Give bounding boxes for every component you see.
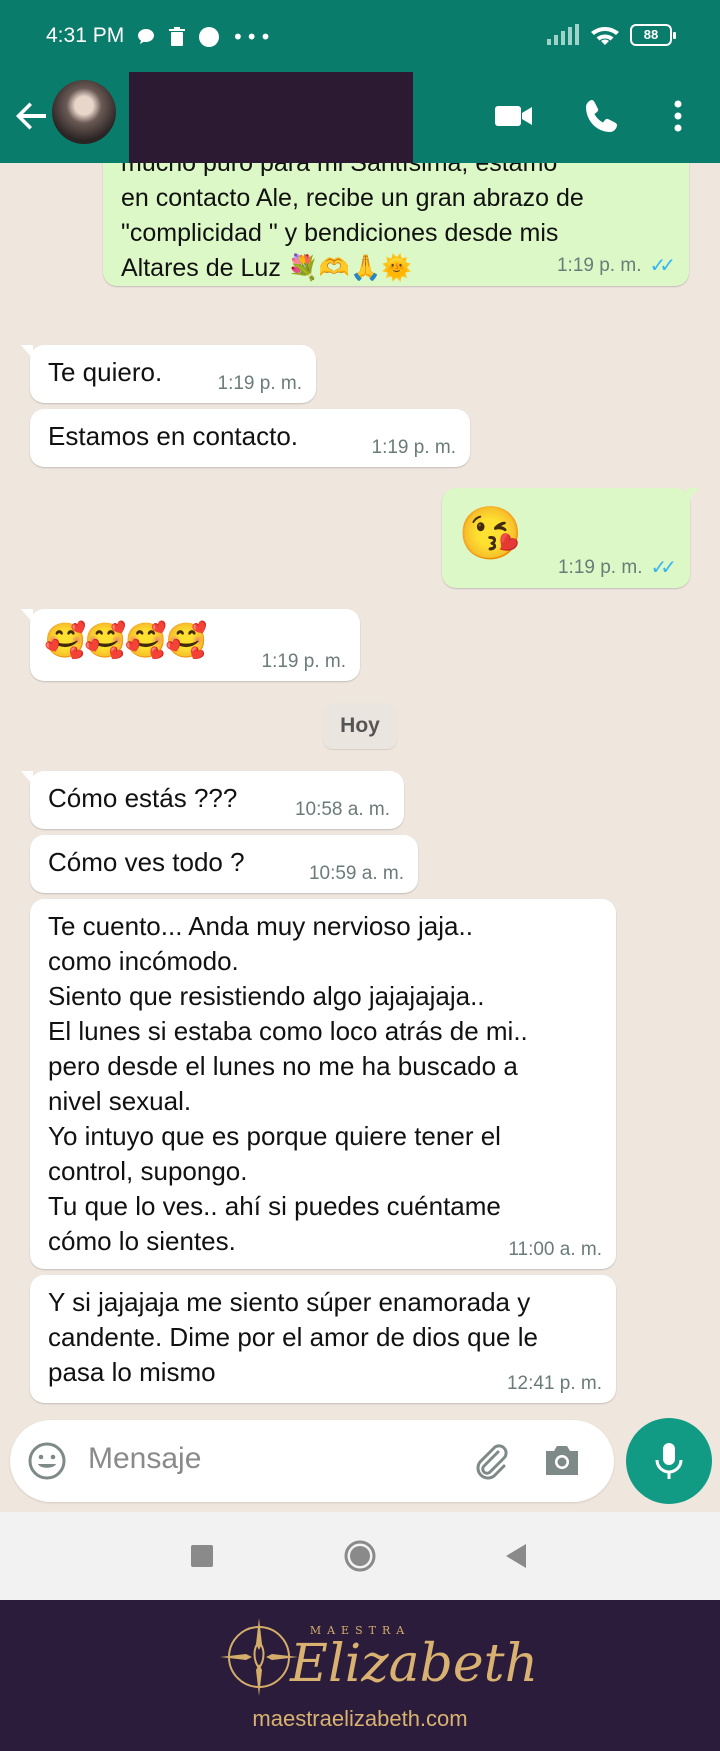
message-text: Cómo ves todo ? [48,847,245,877]
message-text: Te cuento... Anda muy nervioso jaja.. co… [48,911,528,1256]
nav-home-icon[interactable] [338,1534,382,1578]
mic-icon [655,1443,683,1479]
battery-indicator: 88 [630,24,676,46]
compass-notification-icon [199,27,219,47]
video-call-icon[interactable] [492,94,536,138]
message-bubble-outgoing[interactable]: 😘 1:19 p. m. ✓✓ [442,488,699,588]
brand-url: maestraelizabeth.com [252,1706,468,1731]
wifi-icon [591,27,619,45]
message-bubble-incoming[interactable]: Te quiero. 1:19 p. m. [21,345,316,403]
brand-name: Elizabeth [290,1634,539,1694]
message-text: Estamos en contacto. [48,421,299,451]
chat-area[interactable]: mucho puro para mi Santísima, estamo en … [0,163,720,1416]
phone-icon[interactable] [580,94,624,138]
message-text: Cómo estás ??? [48,783,238,813]
message-time: 11:00 a. m. [508,1239,602,1260]
message-time: 10:59 a. m. [308,863,404,884]
message-time: 12:41 p. m. [506,1373,602,1394]
trash-notification-icon [169,27,185,46]
nav-recents-icon[interactable] [180,1534,224,1578]
message-time: 1:19 p. m. [217,373,303,394]
message-text: 😘 [458,505,523,563]
redacted-contact-name [129,72,413,163]
status-time: 4:31 PM [46,24,125,47]
message-time: 1:19 p. m. [261,651,347,672]
message-bubble-incoming[interactable]: 🥰🥰🥰🥰 1:19 p. m. [21,609,360,681]
message-bubble-incoming[interactable]: Estamos en contacto. 1:19 p. m. [30,409,470,467]
read-receipt-icon: ✓✓ [650,557,676,579]
notification-icons: ••• [136,25,273,49]
message-time: 1:19 p. m. [371,437,457,458]
message-bubble-outgoing[interactable]: mucho puro para mi Santísima, estamo en … [103,163,689,286]
status-bar: 4:31 PM ••• 88 [0,0,720,74]
more-notifications-icon: ••• [232,25,274,49]
message-bubble-incoming[interactable]: Te cuento... Anda muy nervioso jaja.. co… [30,899,616,1269]
system-icons: 88 [546,24,676,46]
message-bubble-incoming[interactable]: Y si jajajaja me siento súper enamorada … [30,1275,616,1403]
back-arrow-icon[interactable] [12,96,52,136]
nav-back-icon[interactable] [494,1534,538,1578]
chat-header [0,72,720,163]
attach-icon[interactable] [470,1440,512,1482]
system-nav-bar [0,1512,720,1600]
camera-icon[interactable] [540,1440,584,1482]
mic-button[interactable] [626,1418,712,1504]
message-bubble-incoming[interactable]: Cómo ves todo ? 10:59 a. m. [30,835,418,893]
composer-bar: Mensaje [0,1416,720,1512]
message-input-placeholder: Mensaje [88,1442,202,1475]
brand-watermark: MAESTRA Elizabeth maestraelizabeth.com [0,1600,720,1751]
message-time: 1:19 p. m. [556,254,642,276]
message-bubble-incoming[interactable]: Cómo estás ??? 10:58 a. m. [21,771,404,829]
message-text: 🥰🥰🥰🥰 [44,622,207,660]
contact-avatar[interactable] [52,80,116,144]
message-time: 1:19 p. m. [557,556,643,578]
day-divider: Hoy [323,703,397,749]
chat-notification-icon [138,29,154,44]
message-text: Te quiero. [48,357,163,387]
signal-icon [547,24,579,45]
message-time: 10:58 a. m. [294,799,390,820]
message-input[interactable]: Mensaje [10,1420,614,1502]
read-receipt-icon: ✓✓ [649,255,675,277]
emoji-icon[interactable] [26,1440,68,1482]
more-vert-icon[interactable] [656,94,700,138]
